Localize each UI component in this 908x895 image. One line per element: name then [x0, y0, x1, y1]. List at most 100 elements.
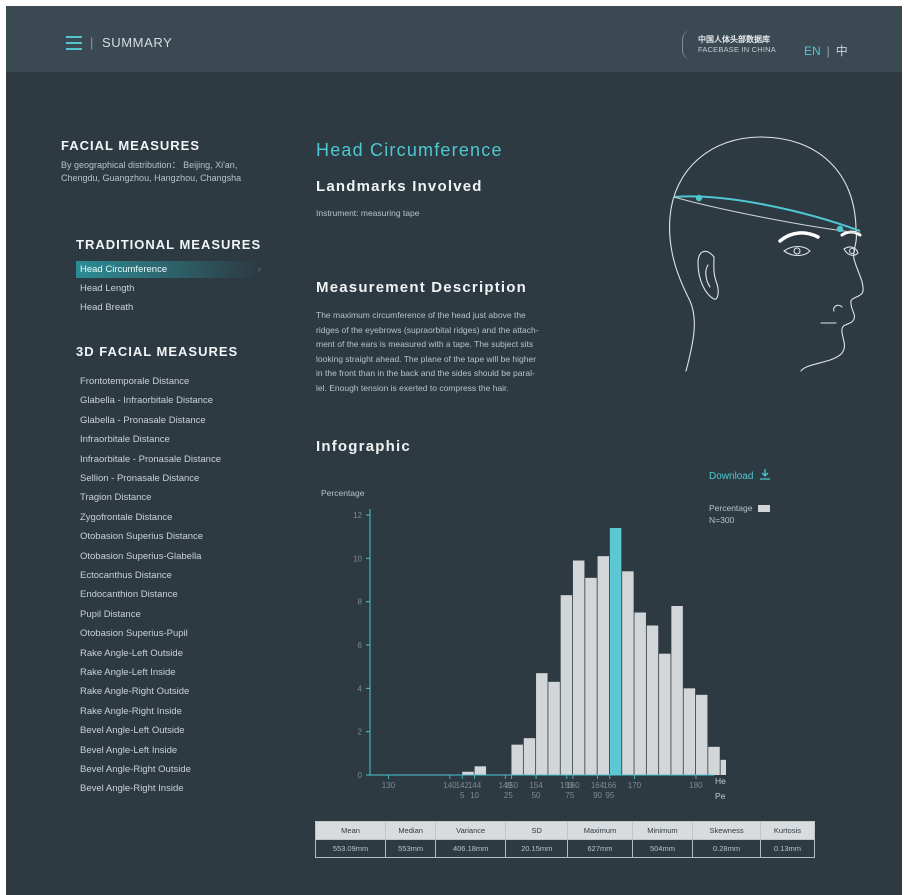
sidebar-item-3d-measure[interactable]: Pupil Distance: [80, 609, 141, 620]
summary-label: SUMMARY: [101, 35, 173, 50]
histogram-bar: [585, 577, 597, 775]
landmarks-heading: Landmarks Involved: [316, 178, 483, 195]
percentile-label: 10: [470, 791, 479, 800]
page-title: Head Circumference: [316, 140, 503, 160]
sidebar-item-3d-measure[interactable]: Infraorbitale Distance: [80, 434, 170, 445]
sidebar-item-3d-measure[interactable]: Infraorbitale - Pronasale Distance: [80, 454, 221, 465]
sidebar-item-3d-measure[interactable]: Bevel Angle-Left Outside: [80, 725, 185, 736]
histogram-bar: [683, 688, 696, 775]
legend-swatch: [758, 505, 771, 513]
sidebar-item-3d-measure[interactable]: Tragion Distance: [80, 492, 151, 503]
histogram-bar: [523, 738, 536, 775]
y-tick-label: 10: [353, 554, 362, 563]
title-separator: |: [90, 35, 94, 50]
sidebar-item-3d-measure[interactable]: Rake Angle-Right Inside: [80, 706, 182, 717]
y-tick-label: 8: [358, 598, 363, 607]
description-line: ridges of the eyebrows (supraorbital rid…: [316, 324, 539, 335]
table-cell: 504mm: [631, 839, 694, 858]
y-tick-label: 0: [358, 771, 363, 780]
x-tick-label: 154: [529, 781, 543, 790]
table-cell: 0.13mm: [759, 839, 816, 858]
lang-en-link[interactable]: EN: [804, 44, 821, 58]
sidebar-item-3d-measure[interactable]: Glabella - Infraorbitale Distance: [80, 395, 213, 406]
x-tick-label: 166: [603, 781, 617, 790]
download-icon: [760, 469, 771, 480]
brand-logo[interactable]: 中国人体头部数据库 FACEBASE IN CHINA: [682, 30, 776, 60]
table-cell: 20.15mm: [505, 839, 569, 858]
sidebar-item-head-length[interactable]: Head Length: [76, 280, 261, 297]
histogram-bar: [708, 746, 720, 775]
percentile-axis-label: Percentile: [715, 791, 726, 801]
section-title: | SUMMARY: [90, 35, 172, 50]
sidebar-item-label: Head Circumference: [80, 264, 168, 275]
sidebar-item-3d-measure[interactable]: Bevel Angle-Left Inside: [80, 745, 177, 756]
sidebar-item-head-breath[interactable]: Head Breath: [76, 299, 261, 316]
sidebar-item-3d-measure[interactable]: Sellion - Pronasale Distance: [80, 473, 199, 484]
description-line: in the front than in the back and the si…: [316, 368, 535, 379]
sidebar-item-3d-measure[interactable]: Rake Angle-Right Outside: [80, 686, 189, 697]
instrument-text: Instrument: measuring tape: [316, 208, 420, 218]
histogram-bar: [720, 759, 726, 775]
percentile-label: 5: [460, 791, 465, 800]
sidebar-item-3d-measure[interactable]: Rake Angle-Left Inside: [80, 667, 176, 678]
table-header-cell: Minimum: [631, 821, 694, 840]
hamburger-menu-icon[interactable]: [66, 36, 82, 50]
percentile-label: 25: [504, 791, 513, 800]
description-line: The maximum circumference of the head ju…: [316, 310, 526, 320]
sidebar-item-3d-measure[interactable]: Endocanthion Distance: [80, 589, 178, 600]
language-switcher: EN | 中: [804, 42, 848, 59]
table-header-row: Mean Median Variance SD Maximum Minimum Skewne…: [314, 821, 816, 840]
facial-measures-description: By geographical distribution： Beijing, X…: [61, 160, 242, 183]
y-tick-label: 2: [358, 728, 363, 737]
description-text: The maximum circumference of the head ju…: [316, 308, 616, 396]
sidebar-item-3d-measure[interactable]: Otobasion Superius-Glabella: [80, 551, 201, 562]
traditional-measures-heading: TRADITIONAL MEASURES: [76, 237, 262, 252]
table-cell: 0.28mm: [692, 839, 761, 858]
histogram-bar: [659, 653, 671, 775]
percentile-label: 75: [565, 791, 574, 800]
x-tick-label: 170: [628, 781, 642, 790]
sidebar-item-3d-measure[interactable]: Rake Angle-Left Outside: [80, 648, 183, 659]
description-line: ment of the ears is measured with a tape…: [316, 339, 534, 350]
x-tick-label: 180: [689, 781, 703, 790]
sidebar-item-head-circumference[interactable]: Head Circumference ›: [76, 261, 261, 278]
top-bar: | SUMMARY 中国人体头部数据库 FACEBASE IN CHINA EN |…: [6, 6, 902, 72]
y-tick-label: 6: [358, 641, 363, 650]
x-tick-label: 160: [566, 781, 580, 790]
histogram-bar: [597, 556, 610, 775]
y-axis-label: Percentage: [321, 488, 365, 498]
histogram-bar: [560, 595, 573, 775]
sidebar-item-3d-measure[interactable]: Ectocanthus Distance: [80, 570, 172, 581]
sidebar-item-3d-measure[interactable]: Bevel Angle-Right Inside: [80, 783, 184, 794]
lang-separator: |: [826, 44, 830, 58]
sidebar-item-3d-measure[interactable]: Bevel Angle-Right Outside: [80, 764, 191, 775]
x-tick-label: 144: [468, 781, 482, 790]
sidebar-item-3d-measure[interactable]: Zygofrontale Distance: [80, 512, 172, 523]
sidebar-item-3d-measure[interactable]: Frontotemporale Distance: [80, 376, 189, 387]
histogram-chart: Percentage024681012130 140142144 149150 154…: [321, 488, 726, 801]
description-line: looking straight ahead. The plane of the…: [316, 353, 537, 364]
lang-zh-link[interactable]: 中: [836, 44, 848, 58]
x-axis-label: Head Circumference(mm): [715, 776, 726, 786]
table-cell: 553mm: [385, 839, 437, 858]
sidebar-item-3d-measure[interactable]: Glabella - Pronasale Distance: [80, 415, 206, 426]
sidebar-item-3d-measure[interactable]: Otobasion Superius Distance: [80, 531, 203, 542]
sidebar-item-label: Head Length: [80, 283, 135, 294]
statistics-table: Mean Median Variance SD Maximum Minimum Skewne…: [314, 821, 816, 858]
histogram-bar: [634, 612, 646, 775]
table-header-cell: SD: [505, 821, 569, 840]
histogram-bar: [572, 560, 585, 775]
table-header-cell: Kurtosis: [759, 821, 816, 840]
table-header-cell: Skewness: [692, 821, 761, 840]
description-line: lel. Enough tension is exerted to compre…: [316, 382, 509, 393]
histogram-bar: [511, 744, 523, 775]
table-cell: 406.18mm: [435, 839, 507, 858]
sidebar-item-3d-measure[interactable]: Otobasion Superius-Pupil: [80, 628, 188, 639]
histogram-bar: [548, 681, 560, 775]
infographic-heading: Infographic: [316, 438, 411, 455]
histogram-bar: [622, 571, 634, 775]
facial-measures-heading: FACIAL MEASURES: [61, 138, 200, 153]
logo-bracket-icon: [682, 30, 692, 60]
percentile-label: 95: [605, 791, 614, 800]
x-tick-label: 150: [505, 781, 519, 790]
